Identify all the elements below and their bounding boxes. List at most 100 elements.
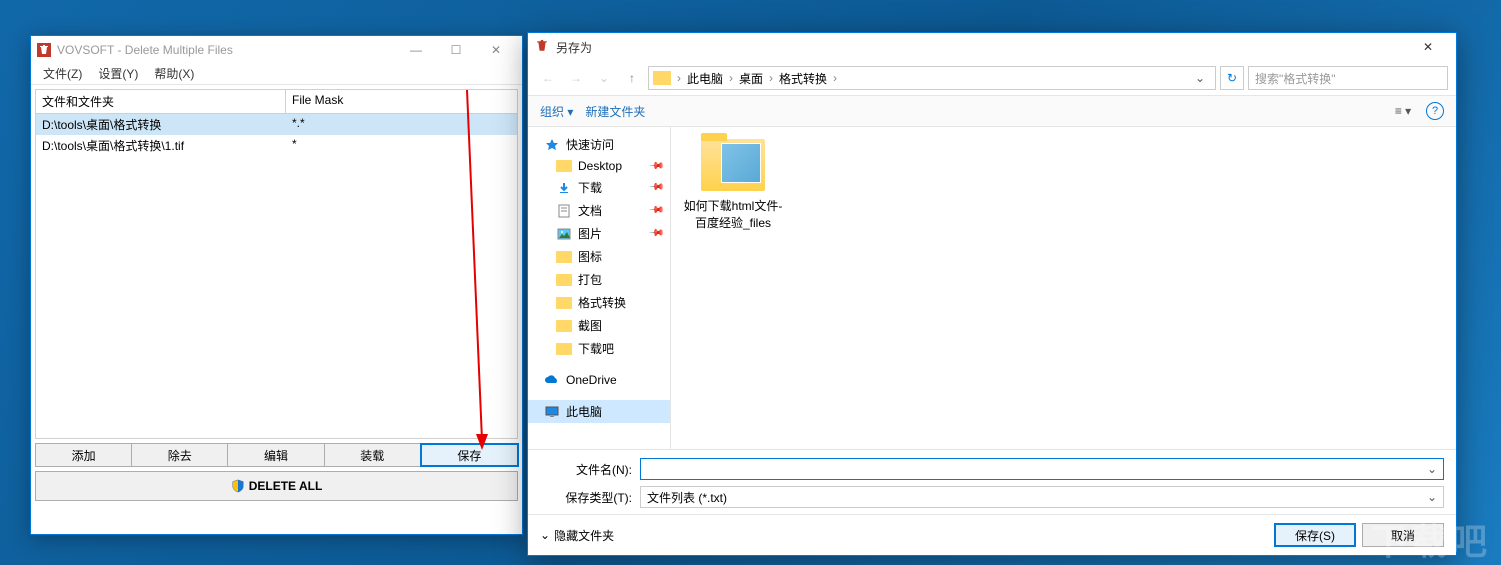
history-dropdown[interactable]: ⌄ [592, 66, 616, 90]
menu-file[interactable]: 文件(Z) [35, 63, 90, 84]
dialog-bottom-bar: ⌄ 隐藏文件夹 保存(S) 取消 [528, 514, 1456, 555]
menu-settings[interactable]: 设置(Y) [90, 63, 146, 84]
nav-label: 格式转换 [578, 294, 626, 311]
folder-icon [556, 274, 572, 286]
breadcrumb-dropdown[interactable]: ⌄ [1189, 71, 1211, 85]
add-button[interactable]: 添加 [35, 443, 132, 467]
breadcrumb-item[interactable]: 桌面 [735, 70, 767, 87]
back-button[interactable]: ← [536, 66, 560, 90]
file-path: D:\tools\桌面\格式转换 [36, 114, 286, 135]
dialog-body: 快速访问 Desktop 📌 下载 📌 文档 📌 图片 📌 [528, 127, 1456, 449]
star-icon [544, 138, 560, 152]
edit-button[interactable]: 编辑 [227, 443, 324, 467]
nav-row: ← → ⌄ ↑ › 此电脑 › 桌面 › 格式转换 › ⌄ ↻ 搜索"格式转换" [528, 61, 1456, 95]
nav-documents[interactable]: 文档 📌 [528, 199, 670, 222]
filetype-label: 保存类型(T): [540, 489, 640, 506]
nav-this-pc[interactable]: 此电脑 [528, 400, 670, 423]
shield-icon [231, 479, 245, 493]
filename-input[interactable]: ⌄ [640, 458, 1444, 480]
hide-folders-toggle[interactable]: ⌄ 隐藏文件夹 [540, 527, 614, 544]
file-list-header: 文件和文件夹 File Mask [36, 90, 517, 114]
file-list-panel: 文件和文件夹 File Mask D:\tools\桌面\格式转换 *.* D:… [35, 89, 518, 439]
nav-downloads[interactable]: 下载 📌 [528, 176, 670, 199]
col-mask-header[interactable]: File Mask [286, 90, 517, 113]
pin-icon: 📌 [647, 158, 664, 175]
computer-icon [544, 405, 560, 419]
chevron-right-icon[interactable]: › [727, 71, 735, 85]
chevron-down-icon: ⌄ [1427, 490, 1437, 504]
organize-dropdown[interactable]: 组织 ▾ [540, 103, 573, 120]
nav-quick-access[interactable]: 快速访问 [528, 133, 670, 156]
remove-button[interactable]: 除去 [131, 443, 228, 467]
onedrive-icon [544, 373, 560, 387]
close-button[interactable]: ✕ [476, 39, 516, 61]
chevron-right-icon[interactable]: › [675, 71, 683, 85]
app-title: VOVSOFT - Delete Multiple Files [57, 43, 396, 57]
nav-folder-item[interactable]: 下载吧 [528, 337, 670, 360]
chevron-down-icon: ⌄ [540, 528, 550, 542]
file-row[interactable]: D:\tools\桌面\格式转换 *.* [36, 114, 517, 135]
nav-label: 此电脑 [566, 403, 602, 420]
folder-icon [556, 251, 572, 263]
save-button[interactable]: 保存 [420, 443, 519, 467]
minimize-button[interactable]: — [396, 39, 436, 61]
menu-bar: 文件(Z) 设置(Y) 帮助(X) [31, 63, 522, 85]
file-row[interactable]: D:\tools\桌面\格式转换\1.tif * [36, 135, 517, 156]
nav-label: Desktop [578, 159, 622, 173]
breadcrumb-item[interactable]: 格式转换 [775, 70, 831, 87]
load-button[interactable]: 装载 [324, 443, 421, 467]
action-button-row: 添加 除去 编辑 装载 保存 [35, 443, 518, 467]
folder-icon [653, 71, 671, 85]
filetype-value: 文件列表 (*.txt) [647, 489, 727, 506]
col-path-header[interactable]: 文件和文件夹 [36, 90, 286, 113]
delete-all-label: DELETE ALL [249, 479, 323, 493]
chevron-right-icon[interactable]: › [767, 71, 775, 85]
dialog-save-button[interactable]: 保存(S) [1274, 523, 1356, 547]
nav-folder-item[interactable]: 截图 [528, 314, 670, 337]
dialog-title: 另存为 [556, 39, 1408, 56]
nav-folder-item[interactable]: 图标 [528, 245, 670, 268]
content-pane[interactable]: 如何下载html文件-百度经验_files [671, 127, 1456, 449]
nav-folder-item[interactable]: 打包 [528, 268, 670, 291]
hide-folders-label: 隐藏文件夹 [554, 527, 614, 544]
view-options-button[interactable]: ≡ ▾ [1392, 100, 1414, 122]
app-titlebar[interactable]: VOVSOFT - Delete Multiple Files — ☐ ✕ [31, 36, 522, 63]
search-input[interactable]: 搜索"格式转换" [1248, 66, 1448, 90]
save-form: 文件名(N): ⌄ 保存类型(T): 文件列表 (*.txt) ⌄ [528, 449, 1456, 514]
file-path: D:\tools\桌面\格式转换\1.tif [36, 135, 286, 156]
breadcrumb-bar[interactable]: › 此电脑 › 桌面 › 格式转换 › ⌄ [648, 66, 1216, 90]
chevron-right-icon[interactable]: › [831, 71, 839, 85]
dialog-close-button[interactable]: ✕ [1408, 35, 1448, 59]
pin-icon: 📌 [647, 225, 664, 242]
navigation-pane[interactable]: 快速访问 Desktop 📌 下载 📌 文档 📌 图片 📌 [528, 127, 671, 449]
pin-icon: 📌 [647, 179, 664, 196]
delete-all-container: DELETE ALL [35, 471, 518, 501]
refresh-button[interactable]: ↻ [1220, 66, 1244, 90]
new-folder-button[interactable]: 新建文件夹 [585, 103, 645, 120]
up-button[interactable]: ↑ [620, 66, 644, 90]
filename-label: 文件名(N): [540, 461, 640, 478]
folder-label: 如何下载html文件-百度经验_files [683, 197, 783, 231]
delete-all-button[interactable]: DELETE ALL [35, 471, 518, 501]
maximize-button[interactable]: ☐ [436, 39, 476, 61]
dialog-trash-icon [536, 40, 550, 54]
nav-label: OneDrive [566, 373, 617, 387]
download-arrow-icon [556, 181, 572, 195]
nav-desktop[interactable]: Desktop 📌 [528, 156, 670, 176]
folder-item[interactable]: 如何下载html文件-百度经验_files [683, 139, 783, 231]
help-button[interactable]: ? [1426, 102, 1444, 120]
nav-pictures[interactable]: 图片 📌 [528, 222, 670, 245]
nav-onedrive[interactable]: OneDrive [528, 370, 670, 390]
nav-label: 图片 [578, 225, 602, 242]
save-as-dialog: 另存为 ✕ ← → ⌄ ↑ › 此电脑 › 桌面 › 格式转换 › ⌄ ↻ 搜索… [527, 32, 1457, 556]
filetype-select[interactable]: 文件列表 (*.txt) ⌄ [640, 486, 1444, 508]
file-mask: * [286, 135, 517, 156]
nav-folder-item[interactable]: 格式转换 [528, 291, 670, 314]
forward-button[interactable]: → [564, 66, 588, 90]
dialog-titlebar[interactable]: 另存为 ✕ [528, 33, 1456, 61]
breadcrumb-item[interactable]: 此电脑 [683, 70, 727, 87]
nav-label: 下载吧 [578, 340, 614, 357]
menu-help[interactable]: 帮助(X) [146, 63, 202, 84]
nav-label: 截图 [578, 317, 602, 334]
nav-label: 打包 [578, 271, 602, 288]
